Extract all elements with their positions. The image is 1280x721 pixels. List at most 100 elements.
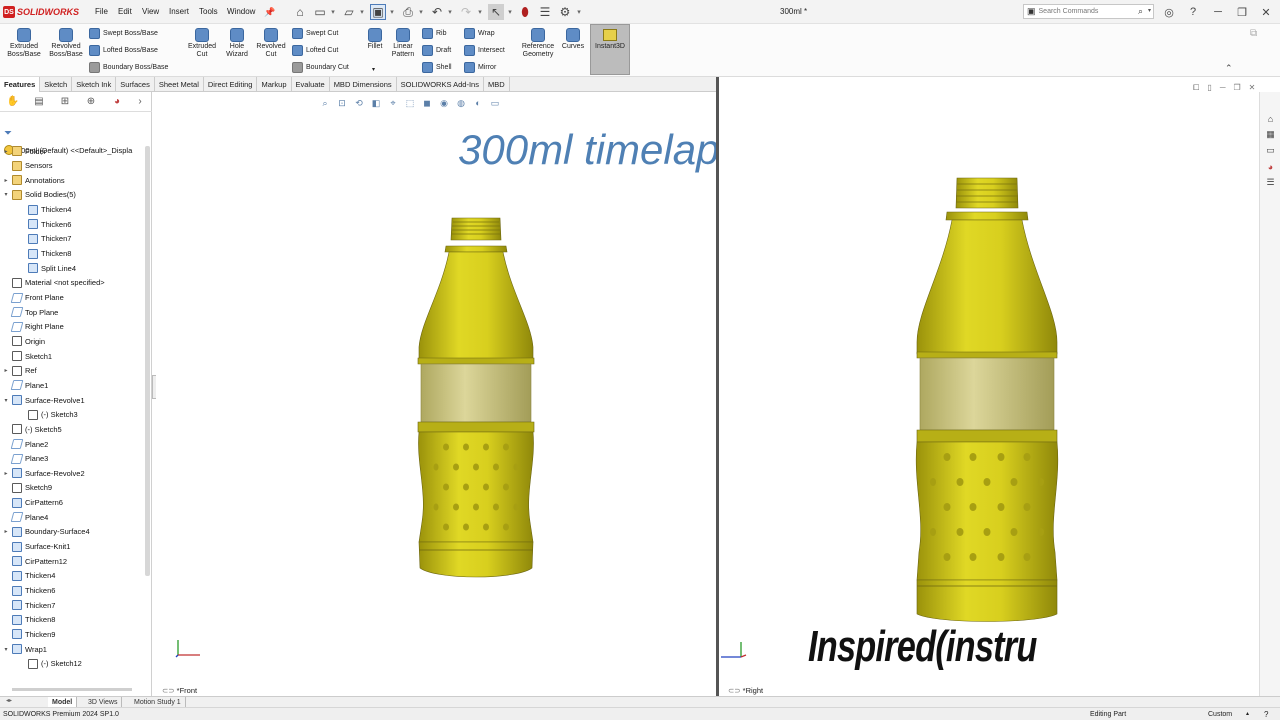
new-document-icon[interactable]: ▭ — [312, 4, 328, 20]
expand-toggle-icon[interactable]: ▾ — [2, 191, 10, 198]
pin-icon[interactable]: 📌 — [262, 4, 278, 20]
tree-item[interactable]: ▸ Folder — [2, 144, 46, 158]
tree-item[interactable]: (-) Sketch12 — [18, 657, 82, 671]
lofted-cut-button[interactable]: Lofted Cut — [292, 45, 338, 56]
tab-scroll-left-icon[interactable]: ◂▸ — [6, 697, 12, 704]
undo-dropdown-icon[interactable]: ▾ — [446, 4, 454, 20]
menu-edit[interactable]: Edit — [118, 7, 132, 16]
help-icon[interactable]: ? — [1185, 4, 1201, 20]
extruded-boss-button[interactable]: Extruded Boss/Base — [4, 28, 44, 59]
curves-button[interactable]: Curves — [560, 28, 586, 51]
file-explorer-icon[interactable]: ▭ — [1264, 144, 1277, 157]
viewport-minimize-icon[interactable]: ▯ — [1207, 83, 1211, 93]
revolved-boss-button[interactable]: Revolved Boss/Base — [46, 28, 86, 59]
tree-item[interactable]: Thicken4 — [2, 569, 55, 583]
previous-view-icon[interactable]: ⟲ — [352, 97, 366, 109]
zoom-to-area-icon[interactable]: ⊡ — [335, 97, 349, 109]
tab-sketch[interactable]: Sketch — [40, 77, 73, 92]
menu-file[interactable]: File — [95, 7, 108, 16]
tree-item[interactable]: Sketch1 — [2, 349, 52, 363]
save-icon[interactable]: ▣ — [370, 4, 386, 20]
tree-item[interactable]: ▾ Solid Bodies(5) — [2, 188, 76, 202]
boundary-boss-button[interactable]: Boundary Boss/Base — [89, 62, 168, 73]
tab-direct-editing[interactable]: Direct Editing — [204, 77, 258, 92]
tree-item[interactable]: Thicken4 — [18, 203, 71, 217]
tree-item[interactable]: Right Plane — [2, 320, 64, 334]
solidworks-resources-icon[interactable]: ⌂ — [1264, 112, 1277, 125]
mirror-button[interactable]: Mirror — [464, 62, 496, 73]
tree-item[interactable]: Plane3 — [2, 452, 48, 466]
configurationmanager-tab-icon[interactable]: ⊞ — [52, 92, 78, 112]
linear-pattern-button[interactable]: Linear Pattern — [388, 28, 418, 59]
tree-item[interactable]: CirPattern6 — [2, 496, 63, 510]
viewport-link-icon[interactable]: ⧠ — [1193, 83, 1199, 93]
menu-view[interactable]: View — [142, 7, 159, 16]
restore-icon[interactable]: ❐ — [1234, 4, 1250, 20]
viewport-close-icon[interactable]: ✕ — [1249, 83, 1256, 93]
tree-item[interactable]: Material <not specified> — [2, 276, 105, 290]
tree-item[interactable]: Sketch9 — [2, 481, 52, 495]
tab-features[interactable]: Features — [0, 77, 41, 92]
tree-item[interactable]: Thicken8 — [2, 613, 55, 627]
home-icon[interactable]: ⌂ — [292, 4, 308, 20]
tree-item[interactable]: Top Plane — [2, 305, 58, 319]
appearances-icon[interactable]: ◕ — [1264, 160, 1277, 173]
tab-surfaces[interactable]: Surfaces — [116, 77, 155, 92]
wrap-button[interactable]: Wrap — [464, 28, 495, 39]
tree-item[interactable]: Plane4 — [2, 510, 48, 524]
expand-toggle-icon[interactable]: ▸ — [2, 177, 10, 184]
tree-item[interactable]: Plane1 — [2, 378, 48, 392]
view-settings-icon[interactable]: ▭ — [488, 97, 502, 109]
user-account-icon[interactable]: ◎ — [1161, 4, 1177, 20]
draft-button[interactable]: Draft — [422, 45, 451, 56]
expand-toggle-icon[interactable]: ▾ — [2, 397, 10, 404]
tree-item[interactable]: ▸ Annotations — [2, 173, 65, 187]
display-style-icon[interactable]: ◼ — [420, 97, 434, 109]
propertymanager-tab-icon[interactable]: ▤ — [26, 92, 52, 112]
tab-markup[interactable]: Markup — [257, 77, 292, 92]
expand-toggle-icon[interactable]: ▸ — [2, 148, 10, 155]
tree-item[interactable]: Thicken6 — [2, 584, 55, 598]
search-icon[interactable]: ⌕ — [1138, 6, 1143, 17]
tab-sketch-ink[interactable]: Sketch Ink — [72, 77, 117, 92]
open-dropdown-icon[interactable]: ▾ — [358, 4, 366, 20]
tree-item[interactable]: (-) Sketch3 — [18, 408, 78, 422]
expand-toggle-icon[interactable]: ▸ — [2, 470, 10, 477]
fillet-dropdown-icon[interactable]: ▾ — [372, 66, 375, 73]
fillet-button[interactable]: Fillet — [362, 28, 388, 51]
tree-item[interactable]: Split Line4 — [18, 261, 76, 275]
redo-dropdown-icon[interactable]: ▾ — [476, 4, 484, 20]
search-dropdown-icon[interactable]: ▾ — [1148, 7, 1151, 14]
tree-horizontal-scrollbar[interactable] — [12, 688, 132, 691]
revolved-cut-button[interactable]: Revolved Cut — [254, 28, 288, 59]
tree-item[interactable]: Thicken6 — [18, 217, 71, 231]
new-dropdown-icon[interactable]: ▾ — [329, 4, 337, 20]
tree-item[interactable]: Thicken7 — [18, 232, 71, 246]
status-units[interactable]: Custom — [1208, 708, 1232, 721]
more-tabs-chevron-icon[interactable]: › — [130, 92, 150, 112]
tab-sheet-metal[interactable]: Sheet Metal — [155, 77, 204, 92]
options-gear-icon[interactable]: ⚙ — [557, 4, 573, 20]
filter-icon[interactable]: ⏷ — [4, 128, 12, 139]
tree-item[interactable]: Front Plane — [2, 291, 64, 305]
intersect-button[interactable]: Intersect — [464, 45, 505, 56]
viewport-front[interactable]: ⊂⊃ *Front — [156, 92, 716, 696]
menu-tools[interactable]: Tools — [199, 7, 218, 16]
search-scope-icon[interactable]: ▣ — [1027, 6, 1036, 17]
print-dropdown-icon[interactable]: ▾ — [417, 4, 425, 20]
tree-item[interactable]: ▸ Surface-Revolve2 — [2, 466, 85, 480]
viewport-restore-icon[interactable]: ❐ — [1233, 83, 1240, 93]
solidworks-logo[interactable]: DS SOLIDWORKS — [3, 5, 79, 19]
zoom-to-fit-icon[interactable]: ⌕ — [318, 97, 332, 109]
edit-appearance-icon[interactable]: ◍ — [454, 97, 468, 109]
expand-toggle-icon[interactable]: ▸ — [2, 528, 10, 535]
tree-item[interactable]: Surface-Knit1 — [2, 540, 70, 554]
tree-vertical-scrollbar[interactable] — [145, 146, 150, 576]
menu-window[interactable]: Window — [227, 7, 255, 16]
section-view-icon[interactable]: ◧ — [369, 97, 383, 109]
redo-icon[interactable]: ↷ — [458, 4, 474, 20]
tree-item[interactable]: Thicken8 — [18, 247, 71, 261]
tree-item[interactable]: Origin — [2, 334, 45, 348]
tab-mbd[interactable]: MBD — [484, 77, 510, 92]
print-icon[interactable]: ⎙ — [400, 4, 416, 20]
